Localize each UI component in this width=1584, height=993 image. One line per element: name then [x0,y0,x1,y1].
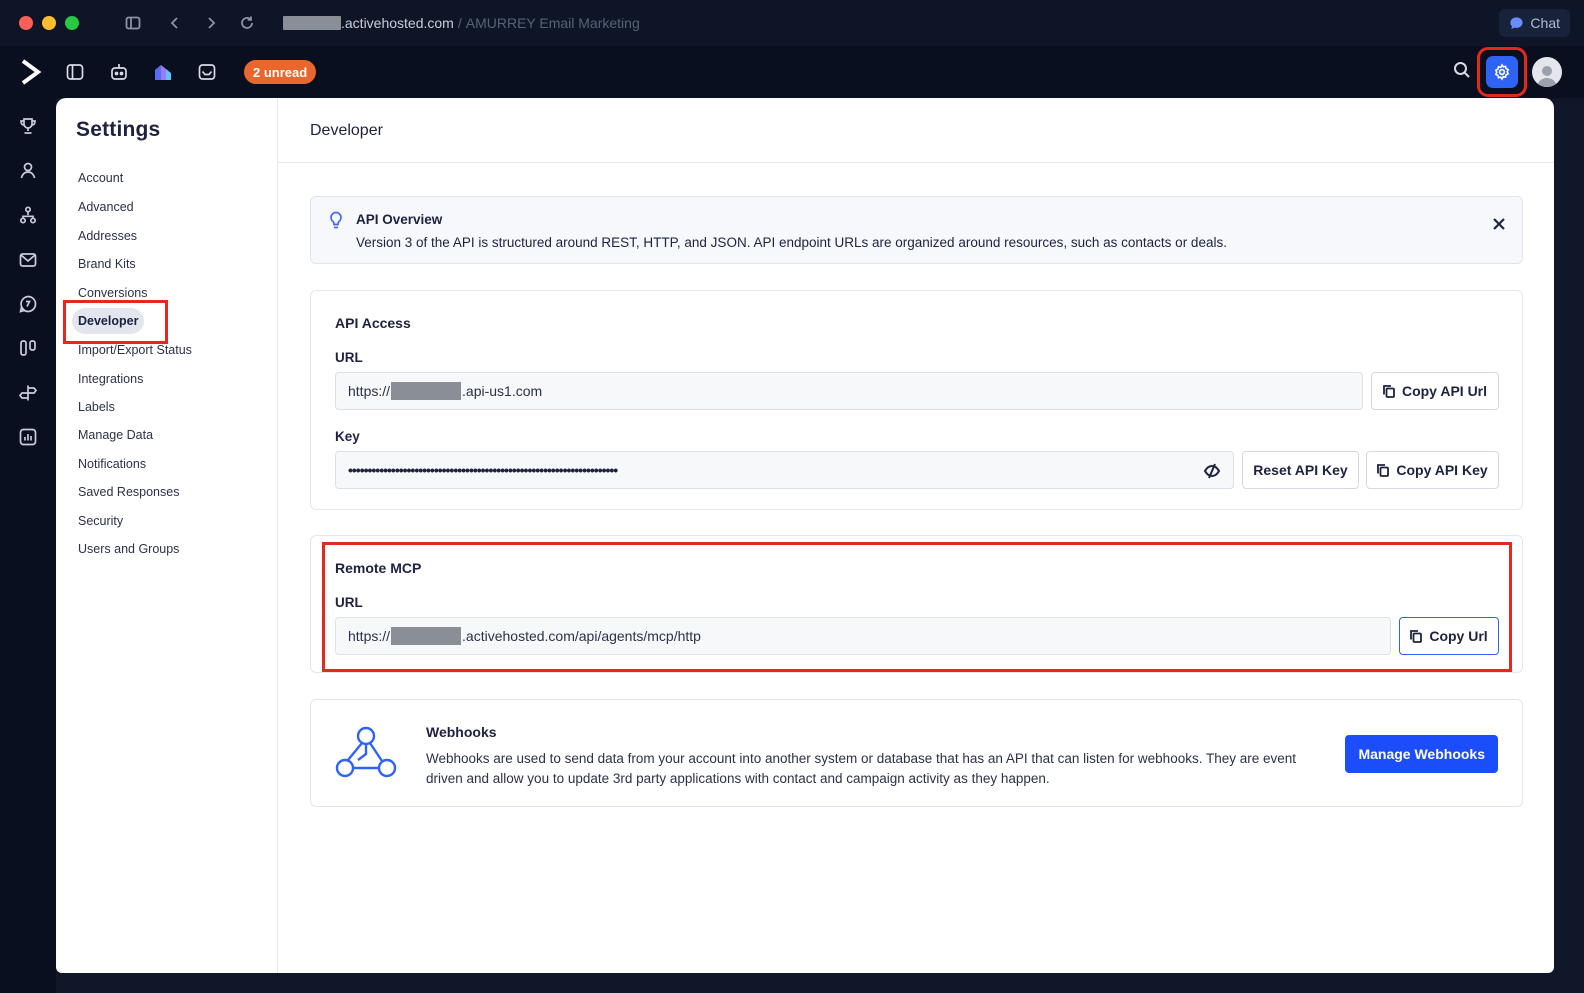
trophy-icon[interactable] [17,115,39,137]
address-bar[interactable]: .activehosted.com / AMURREY Email Market… [283,15,640,31]
page-tab-title: AMURREY Email Marketing [465,15,640,31]
chat-bubble-icon [1510,16,1524,29]
settings-nav-labels[interactable]: Labels [72,394,121,420]
webhook-icon [333,722,399,784]
copy-icon [1377,463,1390,477]
api-overview-title: API Overview [356,212,443,227]
automations-icon[interactable] [17,204,39,226]
url-separator: / [457,15,462,31]
api-url-suffix: .api-us1.com [462,383,543,399]
copy-api-url-button[interactable]: Copy API Url [1371,372,1499,410]
manage-webhooks-button[interactable]: Manage Webhooks [1345,735,1498,773]
back-icon[interactable] [163,11,187,35]
browser-chrome: .activehosted.com / AMURREY Email Market… [0,0,1584,46]
redacted-subdomain [283,16,341,30]
close-icon[interactable] [1492,217,1506,231]
content-header: Developer [278,98,1554,163]
settings-panel: Settings Account Advanced Addresses Bran… [56,98,1554,973]
settings-nav-brand-kits[interactable]: Brand Kits [72,251,142,277]
api-key-masked: ••••••••••••••••••••••••••••••••••••••••… [348,462,618,478]
gear-icon [1494,63,1510,81]
copy-api-url-label: Copy API Url [1401,383,1488,399]
ai-assistant-icon[interactable] [108,61,130,83]
reload-icon[interactable] [235,11,259,35]
api-url-prefix: https:// [348,383,391,399]
eye-off-icon[interactable] [1203,462,1221,480]
settings-nav-advanced[interactable]: Advanced [72,194,140,220]
api-key-label: Key [335,429,360,444]
webhooks-description: Webhooks are used to send data from your… [426,751,1297,786]
api-key-field[interactable]: ••••••••••••••••••••••••••••••••••••••••… [335,451,1234,489]
chat-label: Chat [1530,15,1560,31]
settings-title: Settings [76,118,161,141]
redacted-account-name [391,382,462,400]
copy-api-key-button[interactable]: Copy API Key [1366,451,1499,489]
reset-api-key-label: Reset API Key [1253,462,1348,478]
url-domain: .activehosted.com [341,15,454,31]
reports-icon[interactable] [17,426,39,448]
apps-brand-icon[interactable] [152,61,174,83]
settings-gear-button[interactable] [1486,56,1518,88]
remote-mcp-highlight-box [322,542,1512,672]
api-access-title: API Access [335,315,411,331]
site-tracking-icon[interactable] [17,382,39,404]
unread-badge[interactable]: 2 unread [244,60,317,84]
minimize-window-button[interactable] [42,16,56,30]
developer-highlight-box [63,300,168,344]
developer-content: Developer API Overview Version 3 of the … [278,98,1554,973]
webhooks-title: Webhooks [426,724,497,740]
api-overview-banner: API Overview Version 3 of the API is str… [310,196,1523,264]
settings-nav-addresses[interactable]: Addresses [72,223,143,249]
sidebar-toggle-icon[interactable] [121,11,145,35]
maximize-window-button[interactable] [65,16,79,30]
settings-nav-saved-responses[interactable]: Saved Responses [72,479,185,505]
left-rail-nav [0,98,56,993]
page-title: Developer [310,122,383,139]
contacts-icon[interactable] [17,159,39,181]
settings-nav-users-and-groups[interactable]: Users and Groups [72,536,185,562]
close-window-button[interactable] [19,16,33,30]
api-url-label: URL [335,350,363,365]
window-controls [19,16,79,30]
user-silhouette-icon [1537,66,1557,87]
user-avatar[interactable] [1532,57,1562,87]
inbox-icon[interactable] [196,61,218,83]
forward-icon[interactable] [199,11,223,35]
reset-api-key-button[interactable]: Reset API Key [1242,451,1359,489]
api-access-card: API Access URL https:// .api-us1.com Cop… [310,290,1523,510]
search-icon[interactable] [1452,60,1472,85]
settings-highlight [1477,47,1527,97]
panel-toggle-icon[interactable] [64,61,86,83]
settings-nav-integrations[interactable]: Integrations [72,366,149,392]
settings-nav-security[interactable]: Security [72,508,129,534]
lightbulb-icon [328,211,344,231]
webhooks-card: Webhooks Webhooks are used to send data … [310,699,1523,807]
settings-nav-account[interactable]: Account [72,165,129,191]
campaigns-mail-icon[interactable] [17,249,39,271]
api-overview-text: Version 3 of the API is structured aroun… [356,235,1227,250]
settings-nav-notifications[interactable]: Notifications [72,451,152,477]
appbar-right-controls [1452,46,1562,98]
app-top-bar: 2 unread [0,46,1584,98]
api-url-field[interactable]: https:// .api-us1.com [335,372,1363,410]
deals-pipeline-icon[interactable] [17,337,39,359]
settings-sidebar: Settings Account Advanced Addresses Bran… [56,98,278,973]
activecampaign-logo-icon[interactable] [20,58,42,86]
conversations-icon[interactable] [17,293,39,315]
chat-button[interactable]: Chat [1499,9,1570,37]
settings-nav-manage-data[interactable]: Manage Data [72,422,159,448]
copy-api-key-label: Copy API Key [1396,462,1488,478]
copy-icon [1383,384,1395,398]
